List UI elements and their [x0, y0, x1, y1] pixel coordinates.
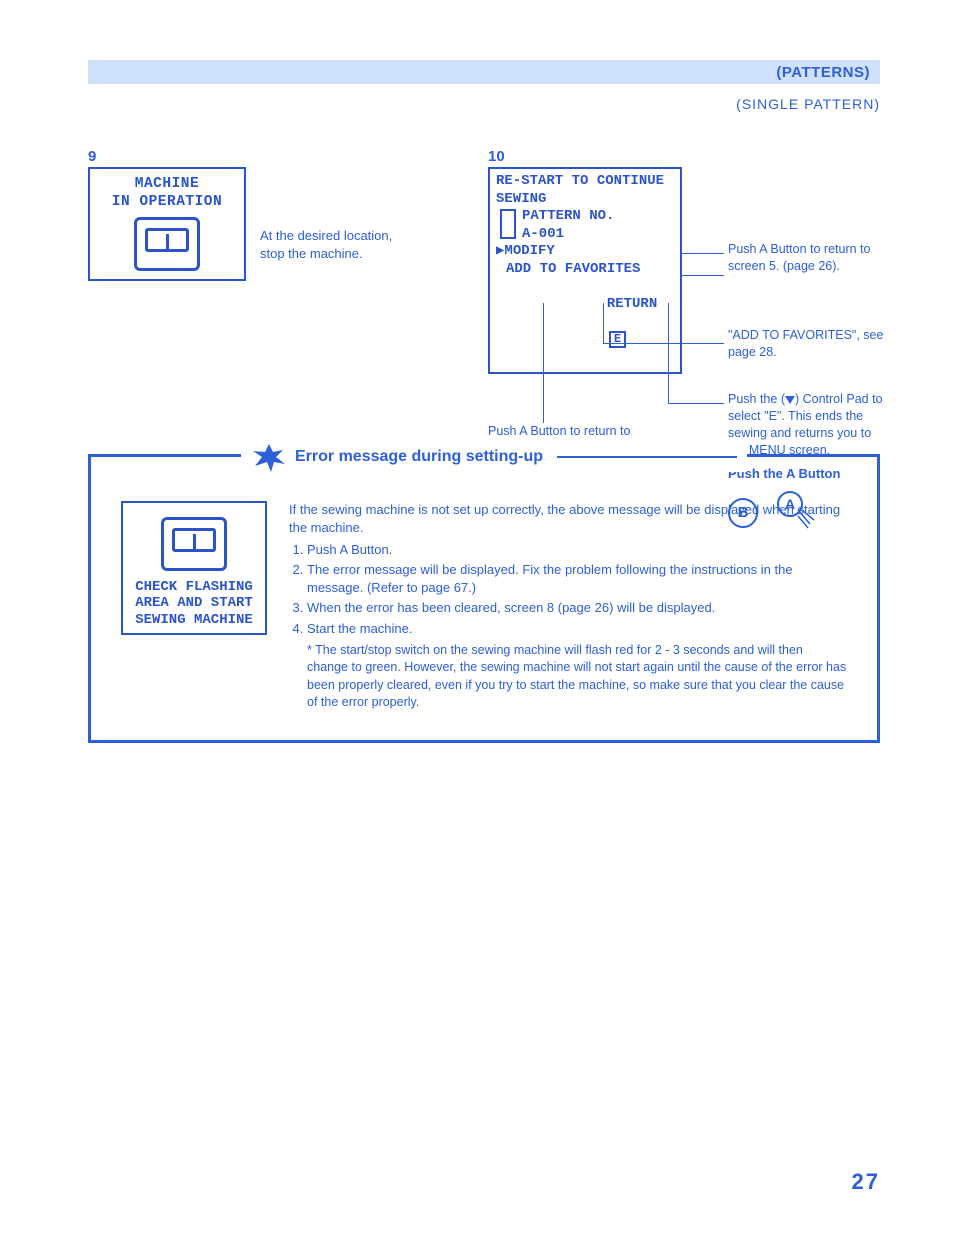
lcd-machine-in-operation: MACHINE IN OPERATION: [88, 167, 246, 281]
error-step: When the error has been cleared, screen …: [307, 599, 847, 617]
down-arrow-icon: [785, 396, 795, 404]
lcd-line-favorites: ADD TO FAVORITES: [496, 261, 674, 279]
leader-line: [668, 303, 669, 403]
sewing-machine-flash-icon: [161, 517, 227, 571]
lcd-line-return: RETURN E: [496, 278, 674, 366]
step-10: 10 RE-START TO CONTINUE SEWING PATTERN N…: [488, 148, 880, 374]
error-step: Push A Button.: [307, 541, 847, 559]
annotation-modify: Push A Button to return to screen 5. (pa…: [728, 241, 888, 275]
error-title: Error message during setting-up: [295, 448, 543, 466]
lcd-e-icon: E: [609, 331, 626, 348]
lcd-line: A-001: [496, 226, 674, 244]
error-steps-list: Push A Button. The error message will be…: [307, 541, 847, 638]
pattern-thumb-icon: [500, 209, 516, 239]
leader-line: [668, 403, 724, 404]
error-title-bar: Error message during setting-up: [241, 442, 747, 472]
annot-text: Push the (: [728, 392, 785, 406]
section-title: (PATTERNS): [776, 64, 870, 81]
step-number: 10: [488, 148, 880, 165]
lcd-error-text: CHECK FLASHING AREA AND START SEWING MAC…: [129, 579, 259, 629]
error-instructions: If the sewing machine is not set up corr…: [289, 501, 847, 712]
lcd-line-modify: ▶MODIFY: [496, 243, 674, 261]
step-9: 9 MACHINE IN OPERATION At the desired lo…: [88, 148, 478, 374]
error-note: * The start/stop switch on the sewing ma…: [307, 642, 847, 712]
step-number: 9: [88, 148, 478, 165]
subsection-title: (SINGLE PATTERN): [88, 96, 880, 112]
step-9-caption: At the desired location, stop the machin…: [260, 227, 420, 263]
manual-page: (PATTERNS) (SINGLE PATTERN) 9 MACHINE IN…: [0, 0, 954, 1235]
error-step: The error message will be displayed. Fix…: [307, 561, 847, 597]
burst-icon: [251, 442, 287, 472]
leader-line: [603, 343, 724, 344]
leader-line: [543, 303, 544, 423]
lcd-line: SEWING: [496, 191, 674, 209]
leader-line: [682, 253, 724, 254]
lcd-return-label: RETURN: [607, 296, 657, 312]
steps-row: 9 MACHINE IN OPERATION At the desired lo…: [88, 148, 880, 374]
annotation-favorites: "ADD TO FAVORITES", see page 28.: [728, 327, 888, 361]
leader-line: [603, 303, 604, 343]
leader-line: [682, 275, 724, 276]
lcd-line: PATTERN NO.: [496, 208, 674, 226]
error-callout-panel: Error message during setting-up CHECK FL…: [88, 454, 880, 743]
sewing-machine-icon: [134, 217, 200, 271]
lcd-line: RE-START TO CONTINUE: [496, 173, 674, 191]
lcd-error-screen: CHECK FLASHING AREA AND START SEWING MAC…: [121, 501, 267, 635]
lcd-title: MACHINE IN OPERATION: [100, 175, 234, 211]
section-bar: (PATTERNS): [88, 60, 880, 84]
error-intro: If the sewing machine is not set up corr…: [289, 501, 847, 537]
title-rule: [557, 456, 737, 458]
page-number: 27: [852, 1169, 880, 1195]
error-step: Start the machine.: [307, 620, 847, 638]
